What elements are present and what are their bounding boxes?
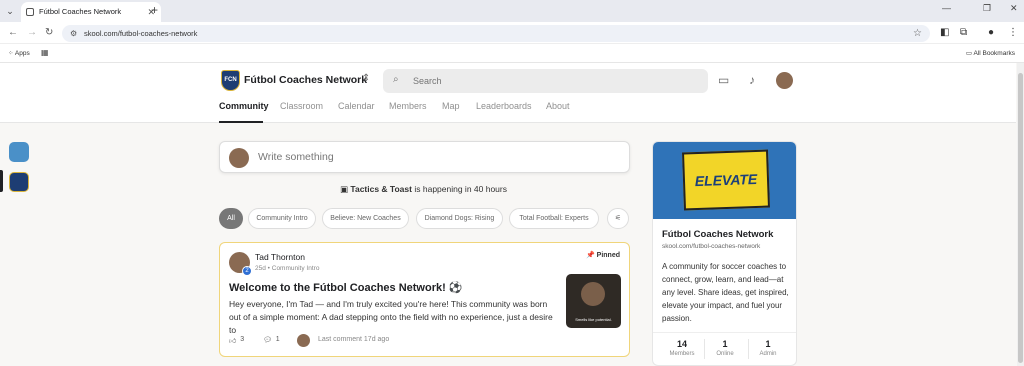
elevate-sign: ELEVATE (682, 149, 770, 211)
like-button[interactable]: 👍︎ 3 (229, 336, 244, 345)
about-card: ELEVATE Fútbol Coaches Network skool.com… (652, 141, 797, 366)
stat-value: 1 (722, 339, 728, 349)
tab-about[interactable]: About (546, 101, 570, 111)
post-time: 25d (255, 265, 266, 272)
chip-diamond-dogs-rising[interactable]: Diamond Dogs: Rising (416, 208, 503, 229)
active-tab-underline (219, 121, 263, 123)
group-name[interactable]: Fútbol Coaches Network (244, 74, 367, 86)
chevron-updown-icon[interactable]: ⇕ (362, 73, 370, 84)
extension-icon[interactable]: ◧ (940, 27, 949, 38)
reload-icon[interactable]: ↻ (45, 27, 53, 38)
all-bookmarks-link[interactable]: ▭ All Bookmarks (966, 49, 1015, 57)
stat-members[interactable]: 14 Members (658, 339, 706, 357)
post-thumbnail[interactable]: Smells like potential. (566, 274, 621, 328)
stat-value: 1 (765, 339, 771, 349)
url-text: skool.com/futbol-coaches-network (84, 29, 198, 38)
close-window-icon[interactable]: ✕ (1010, 3, 1018, 14)
stat-label: Members (669, 351, 695, 357)
chip-believe-new-coaches[interactable]: Believe: New Coaches (322, 208, 409, 229)
forward-icon[interactable]: → (27, 27, 37, 38)
apps-label: Apps (14, 50, 30, 57)
browser-tab[interactable]: Fútbol Coaches Network ✕ (21, 2, 161, 22)
comment-button[interactable]: 💬︎ 1 (263, 336, 280, 344)
post-author[interactable]: Tad Thornton (255, 252, 305, 262)
browser-tab-strip: ⌄ Fútbol Coaches Network ✕ + — ❐ ✕ (0, 0, 1024, 22)
composer-placeholder: Write something (258, 151, 334, 163)
post-meta: 25d • Community Intro (255, 265, 320, 272)
group-stats: 14 Members 1 Online 1 Admin (653, 332, 796, 365)
new-tab-icon[interactable]: + (151, 3, 158, 17)
pinned-post[interactable]: 2 Tad Thornton 25d • Community Intro 📌 P… (219, 242, 630, 357)
card-group-url[interactable]: skool.com/futbol-coaches-network (662, 243, 760, 250)
tab-members[interactable]: Members (389, 101, 427, 111)
search-icon: ⌕ (393, 74, 399, 85)
community-switch-1[interactable] (9, 142, 29, 162)
calendar-icon: ▣ (340, 184, 349, 194)
tab-map[interactable]: Map (442, 101, 460, 111)
card-group-name: Fútbol Coaches Network (662, 229, 774, 240)
back-icon[interactable]: ← (8, 27, 18, 38)
tab-leaderboards[interactable]: Leaderboards (476, 101, 532, 111)
chip-total-football-experts[interactable]: Total Football: Experts (509, 208, 599, 229)
thumbnail-figure (581, 282, 605, 306)
thumbnail-caption: Smells like potential. (575, 317, 612, 322)
apps-link[interactable]: ⁘ Apps (8, 49, 30, 57)
stat-admin[interactable]: 1 Admin (744, 339, 792, 357)
post-body: Hey everyone, I'm Tad — and I'm truly ex… (229, 299, 553, 335)
card-description: A community for soccer coaches to connec… (662, 262, 789, 323)
search-box[interactable]: ⌕ (383, 69, 708, 93)
page: FCN Fútbol Coaches Network ⇕ ⌕ ▭ ♪ Commu… (0, 63, 1024, 366)
tab-community[interactable]: Community (219, 101, 269, 111)
post-category[interactable]: Community Intro (272, 265, 320, 272)
comment-count: 1 (275, 336, 280, 343)
user-avatar[interactable] (776, 72, 793, 89)
page-scrollbar[interactable] (1017, 63, 1024, 366)
event-banner[interactable]: ▣ Tactics & Toast is happening in 40 hou… (340, 184, 507, 195)
bell-icon[interactable]: ♪ (749, 73, 755, 87)
restore-icon[interactable]: ❐ (983, 3, 991, 14)
menu-icon[interactable]: ⋮ (1008, 27, 1018, 38)
like-count: 3 (240, 336, 245, 343)
browser-toolbar: ← → ↻ ⚙ skool.com/futbol-coaches-network… (0, 22, 1024, 44)
group-cover-image: ELEVATE (653, 142, 796, 219)
grid-icon[interactable]: ▦ (41, 48, 49, 57)
chip-all[interactable]: All (219, 208, 243, 229)
bookmarks-bar: ⁘ Apps ▦ ▭ All Bookmarks (0, 44, 1024, 63)
site-info-icon[interactable]: ⚙ (70, 25, 77, 42)
profile-icon[interactable]: ● (988, 27, 994, 38)
pinned-text: Pinned (596, 252, 620, 259)
stat-label: Online (716, 351, 734, 357)
tab-title: Fútbol Coaches Network (39, 7, 122, 16)
tab-calendar[interactable]: Calendar (338, 101, 375, 111)
post-title[interactable]: Welcome to the Fútbol Coaches Network! ⚽ (229, 281, 463, 294)
tab-favicon-icon (26, 8, 34, 16)
group-logo[interactable]: FCN (221, 70, 240, 91)
commenter-avatar (297, 334, 310, 347)
all-bookmarks-label: All Bookmarks (973, 50, 1015, 57)
event-name: Tactics & Toast (350, 184, 412, 194)
pinned-label: 📌 Pinned (585, 252, 620, 259)
stat-online[interactable]: 1 Online (701, 339, 749, 357)
post-composer[interactable]: Write something (219, 141, 630, 173)
last-comment: Last comment 17d ago (318, 336, 390, 343)
active-community-indicator (0, 170, 3, 192)
tab-classroom[interactable]: Classroom (280, 101, 323, 111)
search-input[interactable] (413, 69, 693, 93)
chat-icon[interactable]: ▭ (718, 73, 729, 87)
community-switch-2[interactable] (9, 172, 29, 192)
bookmark-star-icon[interactable]: ☆ (913, 25, 922, 42)
level-badge: 2 (242, 266, 252, 276)
address-bar[interactable]: ⚙ skool.com/futbol-coaches-network ☆ (62, 25, 930, 42)
filter-settings-icon[interactable]: ⚟ (607, 208, 629, 229)
event-text: is happening in 40 hours (414, 184, 507, 194)
stat-label: Admin (759, 351, 777, 357)
tab-search-icon[interactable]: ⌄ (4, 5, 16, 17)
stat-value: 14 (676, 339, 687, 349)
site-header: FCN Fútbol Coaches Network ⇕ ⌕ ▭ ♪ Commu… (0, 63, 1016, 123)
composer-avatar (229, 148, 249, 168)
scrollbar-thumb[interactable] (1018, 73, 1023, 363)
chip-community-intro[interactable]: Community Intro (248, 208, 316, 229)
puzzle-icon[interactable]: ⧉ (960, 27, 967, 38)
minimize-icon[interactable]: — (942, 3, 951, 13)
